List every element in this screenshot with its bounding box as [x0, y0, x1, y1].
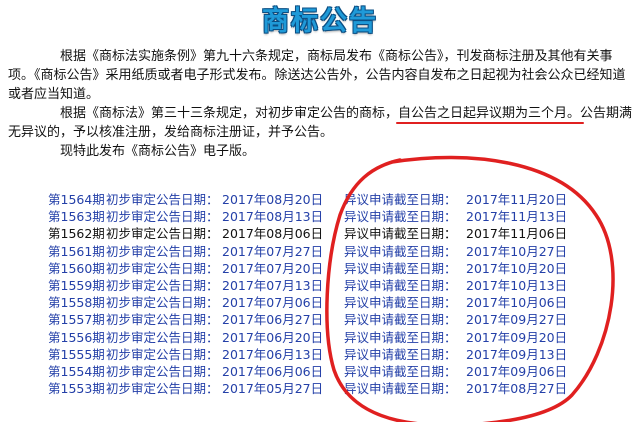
objection-deadline-label[interactable]: 异议申请截至日期： — [344, 380, 466, 397]
objection-deadline-label[interactable]: 异议申请截至日期： — [344, 260, 466, 277]
period-number[interactable]: 第1560期 — [48, 260, 106, 277]
page-title: 商标公告 — [262, 6, 378, 37]
intro-paragraph-2: 根据《商标法》第三十三条规定，对初步审定公告的商标，自公告之日起异议期为三个月。… — [8, 104, 634, 142]
announcement-row[interactable]: 第1556期 初步审定公告日期： 2017年06月20日 异议申请截至日期： 2017年… — [48, 329, 608, 346]
period-number[interactable]: 第1556期 — [48, 329, 106, 346]
objection-deadline-date[interactable]: 2017年11月13日 — [466, 208, 576, 225]
intro-paragraph-3: 现特此发布《商标公告》电子版。 — [60, 144, 256, 159]
publish-date-label[interactable]: 初步审定公告日期： — [106, 329, 222, 346]
publish-date-label[interactable]: 初步审定公告日期： — [106, 380, 222, 397]
objection-deadline-label[interactable]: 异议申请截至日期： — [344, 329, 466, 346]
objection-deadline-label: 异议申请截至日期： — [344, 226, 457, 242]
objection-deadline-label[interactable]: 异议申请截至日期： — [344, 294, 466, 311]
announcement-row[interactable]: 第1563期 初步审定公告日期： 2017年08月13日 异议申请截至日期： 2017年… — [48, 208, 608, 225]
publish-date-label[interactable]: 初步审定公告日期： — [106, 243, 222, 260]
intro-paragraph-2-start: 根据《商标法》第三十三条规定，对初步审定公告的商标， — [60, 106, 399, 121]
objection-deadline-label[interactable]: 异议申请截至日期： — [344, 243, 466, 260]
page: 商标公告 根据《商标法实施条例》第九十六条规定，商标局发布《商标公告》，刊发商标… — [0, 0, 640, 422]
announcement-row[interactable]: 第1559期 初步审定公告日期： 2017年07月13日 异议申请截至日期： 2017年… — [48, 277, 608, 294]
page-header: 商标公告 — [0, 4, 640, 42]
publish-date-label[interactable]: 初步审定公告日期： — [106, 294, 222, 311]
announcement-row[interactable]: 第1564期 初步审定公告日期： 2017年08月20日 异议申请截至日期： 2017年… — [48, 191, 608, 208]
objection-deadline-date[interactable]: 2017年09月06日 — [466, 363, 576, 380]
objection-deadline-date[interactable]: 2017年10月20日 — [466, 260, 576, 277]
announcement-row[interactable]: 第1553期 初步审定公告日期： 2017年05月27日 异议申请截至日期： 2017年… — [48, 380, 608, 397]
announcement-row[interactable]: 第1561期 初步审定公告日期： 2017年07月27日 异议申请截至日期： 2017年… — [48, 243, 608, 260]
publish-date-label[interactable]: 初步审定公告日期： — [106, 311, 222, 328]
period-number[interactable]: 第1559期 — [48, 277, 106, 294]
intro-text: 根据《商标法实施条例》第九十六条规定，商标局发布《商标公告》，刊发商标注册及其他… — [8, 47, 634, 161]
objection-deadline-label[interactable]: 异议申请截至日期： — [344, 363, 466, 380]
publish-date[interactable]: 2017年06月27日 — [222, 311, 344, 328]
objection-deadline-date[interactable]: 2017年09月27日 — [466, 311, 576, 328]
objection-deadline-label[interactable]: 异议申请截至日期： — [344, 208, 466, 225]
publish-date-label[interactable]: 初步审定公告日期： — [106, 191, 222, 208]
publish-date[interactable]: 2017年07月20日 — [222, 260, 344, 277]
publish-date[interactable]: 2017年06月13日 — [222, 346, 344, 363]
publish-date: 2017年08月06日 — [222, 226, 324, 242]
publish-date-label[interactable]: 初步审定公告日期： — [106, 363, 222, 380]
publish-date-label[interactable]: 初步审定公告日期： — [106, 277, 222, 294]
objection-deadline-date[interactable]: 2017年10月06日 — [466, 294, 576, 311]
objection-deadline-date: 2017年11月06日 — [466, 226, 568, 242]
publish-date[interactable]: 2017年05月27日 — [222, 380, 344, 397]
publish-date[interactable]: 2017年07月27日 — [222, 243, 344, 260]
objection-deadline-date[interactable]: 2017年09月13日 — [466, 346, 576, 363]
announcement-row[interactable]: 第1560期 初步审定公告日期： 2017年07月20日 异议申请截至日期： 2017年… — [48, 260, 608, 277]
publish-date[interactable]: 2017年08月13日 — [222, 208, 344, 225]
period-number[interactable]: 第1554期 — [48, 363, 106, 380]
announcement-row[interactable]: 第1555期 初步审定公告日期： 2017年06月13日 异议申请截至日期： 2017年… — [48, 346, 608, 363]
objection-deadline-date[interactable]: 2017年10月27日 — [466, 243, 576, 260]
publish-date-label[interactable]: 初步审定公告日期： — [106, 260, 222, 277]
announcement-list: 第1564期 初步审定公告日期： 2017年08月20日 异议申请截至日期： 2017年… — [48, 191, 608, 397]
objection-deadline-label[interactable]: 异议申请截至日期： — [344, 346, 466, 363]
period-number[interactable]: 第1561期 — [48, 243, 106, 260]
period-number[interactable]: 第1558期 — [48, 294, 106, 311]
period-number[interactable]: 第1553期 — [48, 380, 106, 397]
objection-deadline-date[interactable]: 2017年11月20日 — [466, 191, 576, 208]
objection-deadline-label[interactable]: 异议申请截至日期： — [344, 191, 466, 208]
publish-date-label[interactable]: 初步审定公告日期： — [106, 208, 222, 225]
highlighted-objection-period: 自公告之日起异议期为三个月。 — [398, 106, 581, 121]
intro-paragraph-1: 根据《商标法实施条例》第九十六条规定，商标局发布《商标公告》，刊发商标注册及其他… — [8, 49, 626, 102]
period-number[interactable]: 第1563期 — [48, 208, 106, 225]
publish-date-label: 初步审定公告日期： — [106, 226, 219, 242]
announcement-row[interactable]: 第1557期 初步审定公告日期： 2017年06月27日 异议申请截至日期： 2017年… — [48, 311, 608, 328]
publish-date[interactable]: 2017年07月06日 — [222, 294, 344, 311]
publish-date[interactable]: 2017年06月20日 — [222, 329, 344, 346]
objection-deadline-date[interactable]: 2017年10月13日 — [466, 277, 576, 294]
announcement-row[interactable]: 第1554期 初步审定公告日期： 2017年06月06日 异议申请截至日期： 2017年… — [48, 363, 608, 380]
publish-date[interactable]: 2017年07月13日 — [222, 277, 344, 294]
objection-deadline-label[interactable]: 异议申请截至日期： — [344, 311, 466, 328]
period-number[interactable]: 第1557期 — [48, 311, 106, 328]
announcement-row[interactable]: 第1558期 初步审定公告日期： 2017年07月06日 异议申请截至日期： 2017年… — [48, 294, 608, 311]
publish-date-label[interactable]: 初步审定公告日期： — [106, 346, 222, 363]
period-number: 第1562期 — [48, 226, 105, 242]
period-number[interactable]: 第1564期 — [48, 191, 106, 208]
publish-date[interactable]: 2017年08月20日 — [222, 191, 344, 208]
publish-date[interactable]: 2017年06月06日 — [222, 363, 344, 380]
objection-deadline-date[interactable]: 2017年08月27日 — [466, 380, 576, 397]
objection-deadline-label[interactable]: 异议申请截至日期： — [344, 277, 466, 294]
period-number[interactable]: 第1555期 — [48, 346, 106, 363]
objection-deadline-date[interactable]: 2017年09月20日 — [466, 329, 576, 346]
announcement-row: 第1562期 初步审定公告日期： 2017年08月06日 异议申请截至日期： 2017年… — [48, 225, 608, 242]
